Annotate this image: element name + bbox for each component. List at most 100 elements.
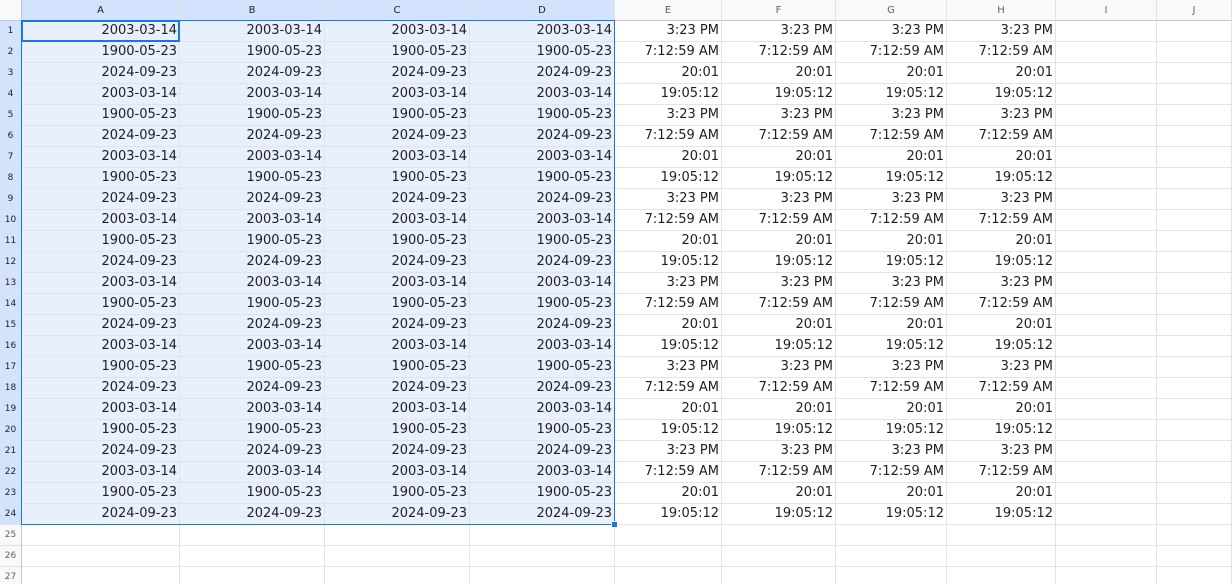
cell[interactable]: 3:23 PM	[722, 441, 836, 462]
cell[interactable]	[1157, 147, 1232, 168]
cell[interactable]: 3:23 PM	[615, 21, 722, 42]
cell[interactable]: 2003-03-14	[22, 210, 180, 231]
cell[interactable]	[1157, 567, 1232, 584]
cell[interactable]	[325, 525, 470, 546]
cell[interactable]: 7:12:59 AM	[722, 126, 836, 147]
cell[interactable]: 1900-05-23	[470, 294, 615, 315]
cell[interactable]: 3:23 PM	[836, 21, 947, 42]
cell[interactable]: 7:12:59 AM	[836, 378, 947, 399]
cell[interactable]: 2003-03-14	[180, 21, 325, 42]
select-all-corner[interactable]	[0, 0, 22, 21]
cell[interactable]	[1056, 21, 1157, 42]
row-header-7[interactable]: 7	[0, 147, 22, 168]
cell[interactable]: 19:05:12	[836, 252, 947, 273]
cell[interactable]: 2003-03-14	[325, 462, 470, 483]
cell[interactable]	[1157, 546, 1232, 567]
cell[interactable]: 1900-05-23	[470, 168, 615, 189]
cell[interactable]: 7:12:59 AM	[836, 294, 947, 315]
cell[interactable]	[1056, 168, 1157, 189]
cell[interactable]: 20:01	[947, 231, 1056, 252]
cell[interactable]: 20:01	[836, 315, 947, 336]
cell[interactable]: 2024-09-23	[325, 378, 470, 399]
cell[interactable]	[615, 525, 722, 546]
row-header-17[interactable]: 17	[0, 357, 22, 378]
cell[interactable]	[1056, 441, 1157, 462]
cell[interactable]	[1157, 231, 1232, 252]
row-header-14[interactable]: 14	[0, 294, 22, 315]
cell[interactable]	[1056, 315, 1157, 336]
cell[interactable]	[1157, 63, 1232, 84]
cell[interactable]: 19:05:12	[836, 336, 947, 357]
cell[interactable]: 3:23 PM	[836, 441, 947, 462]
row-header-9[interactable]: 9	[0, 189, 22, 210]
cell[interactable]	[1157, 42, 1232, 63]
cell[interactable]: 2003-03-14	[180, 147, 325, 168]
cell[interactable]: 20:01	[615, 147, 722, 168]
cell[interactable]: 1900-05-23	[180, 483, 325, 504]
cell[interactable]: 1900-05-23	[180, 357, 325, 378]
cell[interactable]: 19:05:12	[615, 168, 722, 189]
cell[interactable]: 7:12:59 AM	[615, 42, 722, 63]
cell[interactable]: 2024-09-23	[470, 189, 615, 210]
row-header-23[interactable]: 23	[0, 483, 22, 504]
cell[interactable]: 1900-05-23	[325, 483, 470, 504]
cell[interactable]: 1900-05-23	[325, 420, 470, 441]
cell[interactable]: 20:01	[615, 483, 722, 504]
cell[interactable]: 1900-05-23	[180, 105, 325, 126]
column-header-b[interactable]: B	[180, 0, 325, 21]
cell[interactable]	[1056, 210, 1157, 231]
cell[interactable]: 2024-09-23	[325, 126, 470, 147]
cell[interactable]: 1900-05-23	[325, 105, 470, 126]
cell[interactable]: 20:01	[722, 147, 836, 168]
cell[interactable]	[722, 546, 836, 567]
cell[interactable]	[1157, 525, 1232, 546]
cell[interactable]: 2003-03-14	[325, 84, 470, 105]
cell[interactable]: 2003-03-14	[180, 84, 325, 105]
cell[interactable]: 19:05:12	[947, 336, 1056, 357]
cell[interactable]: 3:23 PM	[722, 21, 836, 42]
cell[interactable]	[836, 546, 947, 567]
cell[interactable]: 3:23 PM	[722, 105, 836, 126]
cell[interactable]: 1900-05-23	[470, 231, 615, 252]
cell[interactable]: 2003-03-14	[22, 399, 180, 420]
cell[interactable]: 1900-05-23	[22, 105, 180, 126]
cell[interactable]: 1900-05-23	[325, 357, 470, 378]
cell[interactable]: 2024-09-23	[22, 441, 180, 462]
cell[interactable]: 19:05:12	[615, 420, 722, 441]
cell[interactable]	[1056, 105, 1157, 126]
cell[interactable]	[1157, 126, 1232, 147]
cell[interactable]	[1056, 294, 1157, 315]
cell[interactable]	[615, 546, 722, 567]
cell[interactable]: 20:01	[836, 63, 947, 84]
cell[interactable]: 19:05:12	[722, 336, 836, 357]
cell[interactable]	[1056, 42, 1157, 63]
cell[interactable]: 2024-09-23	[22, 126, 180, 147]
cell[interactable]: 1900-05-23	[22, 168, 180, 189]
cell[interactable]: 1900-05-23	[325, 42, 470, 63]
cell[interactable]: 3:23 PM	[722, 273, 836, 294]
cell[interactable]: 2024-09-23	[22, 189, 180, 210]
cell[interactable]: 2024-09-23	[180, 252, 325, 273]
cell[interactable]: 3:23 PM	[947, 273, 1056, 294]
cell[interactable]: 2024-09-23	[325, 315, 470, 336]
cell[interactable]	[947, 567, 1056, 584]
cell[interactable]: 7:12:59 AM	[722, 378, 836, 399]
cell[interactable]: 19:05:12	[836, 420, 947, 441]
row-header-6[interactable]: 6	[0, 126, 22, 147]
cell[interactable]: 2003-03-14	[22, 273, 180, 294]
cell[interactable]	[1056, 399, 1157, 420]
cell[interactable]: 1900-05-23	[470, 420, 615, 441]
cell[interactable]: 3:23 PM	[836, 105, 947, 126]
cell[interactable]: 2003-03-14	[325, 273, 470, 294]
cell[interactable]: 19:05:12	[615, 84, 722, 105]
cell[interactable]: 3:23 PM	[947, 105, 1056, 126]
cell[interactable]: 1900-05-23	[22, 294, 180, 315]
cell[interactable]: 3:23 PM	[947, 21, 1056, 42]
cell[interactable]: 20:01	[615, 63, 722, 84]
cell[interactable]: 19:05:12	[722, 84, 836, 105]
cell[interactable]: 19:05:12	[947, 504, 1056, 525]
cell[interactable]: 1900-05-23	[180, 420, 325, 441]
cell[interactable]: 2003-03-14	[470, 399, 615, 420]
cell[interactable]	[1157, 336, 1232, 357]
cell[interactable]: 1900-05-23	[325, 168, 470, 189]
